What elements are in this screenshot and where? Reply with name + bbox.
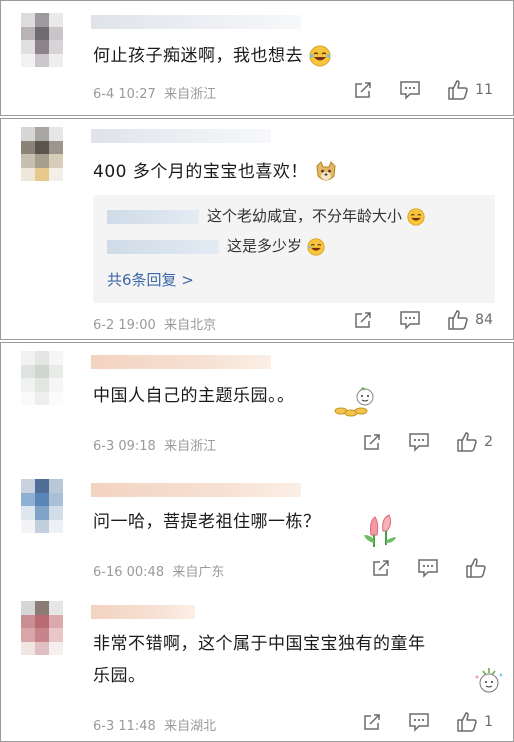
like-icon xyxy=(448,80,468,100)
share-button[interactable] xyxy=(353,310,373,330)
comment-location: 来自广东 xyxy=(172,565,225,580)
share-icon xyxy=(355,312,371,328)
avatar[interactable] xyxy=(21,601,63,655)
share-icon xyxy=(364,434,380,450)
comment-button[interactable] xyxy=(399,310,421,330)
reply-username[interactable] xyxy=(107,209,199,224)
like-icon xyxy=(466,558,486,578)
comment-actions xyxy=(345,557,493,579)
like-button[interactable] xyxy=(465,557,493,579)
comment-icon xyxy=(400,311,420,330)
comment-text: 非常不错啊，这个属于中国宝宝独有的童年 乐园。 xyxy=(93,631,426,689)
laughing-emoji xyxy=(407,207,425,226)
reply-item[interactable]: 这个老幼咸宜，不分年龄大小 xyxy=(107,205,425,226)
share-button[interactable] xyxy=(362,432,382,452)
comment-meta: 6-4 10:27 来自浙江 xyxy=(93,83,216,102)
username[interactable] xyxy=(91,355,271,369)
comment-card-1: 何止孩子痴迷啊，我也想去 6-4 10:27 来自浙江 11 xyxy=(0,0,514,116)
username[interactable] xyxy=(91,129,271,143)
like-icon xyxy=(457,712,477,732)
comment-location: 来自浙江 xyxy=(164,439,217,454)
share-button[interactable] xyxy=(371,558,391,578)
comment-text: 400 多个月的宝宝也喜欢！ xyxy=(93,159,338,185)
like-button[interactable]: 1 xyxy=(456,711,493,733)
comment-text: 中国人自己的主题乐园。。 xyxy=(93,386,295,406)
reply-username[interactable] xyxy=(107,239,219,254)
comment-meta: 6-2 19:00 来自北京 xyxy=(93,314,216,333)
comment-time: 6-4 10:27 xyxy=(93,87,156,102)
comment-card-2: 400 多个月的宝宝也喜欢！ 这个老幼咸宜，不分年龄大小 这是多少岁 共6条回复… xyxy=(0,118,514,340)
like-count: 1 xyxy=(484,714,493,730)
comment-card-group: 中国人自己的主题乐园。。 6-3 09:18 来自浙江 2 问一哈，菩提老祖住哪… xyxy=(0,342,514,742)
coins-sticker xyxy=(334,387,374,417)
comment-location: 来自北京 xyxy=(164,318,217,333)
tulip-sticker xyxy=(364,514,396,547)
comment-icon xyxy=(418,559,438,578)
comment-actions: 2 xyxy=(336,431,493,453)
like-button[interactable]: 2 xyxy=(456,431,493,453)
username[interactable] xyxy=(91,483,301,497)
celebration-sticker xyxy=(475,668,503,693)
comment-text: 何止孩子痴迷啊，我也想去 xyxy=(93,43,331,69)
comment-icon xyxy=(409,713,429,732)
doge-emoji xyxy=(316,161,336,181)
like-button[interactable]: 84 xyxy=(447,309,493,331)
like-count: 2 xyxy=(484,434,493,450)
comment-button[interactable] xyxy=(408,712,430,732)
share-icon xyxy=(355,82,371,98)
comment-time: 6-2 19:00 xyxy=(93,318,156,333)
comment-meta: 6-16 00:48 来自广东 xyxy=(93,561,224,580)
like-count: 11 xyxy=(475,82,493,98)
comment-location: 来自浙江 xyxy=(164,87,217,102)
comment-text-line: 非常不错啊，这个属于中国宝宝独有的童年 xyxy=(93,634,426,654)
avatar[interactable] xyxy=(21,479,63,533)
like-button[interactable]: 11 xyxy=(447,79,493,101)
comment-meta: 6-3 11:48 来自湖北 xyxy=(93,715,216,734)
comment-button[interactable] xyxy=(399,80,421,100)
comment-actions: 84 xyxy=(327,309,493,331)
like-icon xyxy=(457,432,477,452)
comment-icon xyxy=(409,433,429,452)
share-icon xyxy=(373,560,389,576)
comment-time: 6-3 11:48 xyxy=(93,719,156,734)
comment-actions: 11 xyxy=(327,79,493,101)
comment-button[interactable] xyxy=(417,558,439,578)
like-count: 84 xyxy=(475,312,493,328)
comment-actions: 1 xyxy=(336,711,493,733)
comment-text-line: 乐园。 xyxy=(93,666,146,686)
reply-item[interactable]: 这是多少岁 xyxy=(107,235,325,256)
comment-icon xyxy=(400,81,420,100)
comment-time: 6-16 00:48 xyxy=(93,565,165,580)
reply-list: 这个老幼咸宜，不分年龄大小 这是多少岁 共6条回复 > xyxy=(93,195,495,303)
share-icon xyxy=(364,714,380,730)
share-button[interactable] xyxy=(362,712,382,732)
comment-button[interactable] xyxy=(408,432,430,452)
username[interactable] xyxy=(91,605,195,619)
like-icon xyxy=(448,310,468,330)
share-button[interactable] xyxy=(353,80,373,100)
avatar[interactable] xyxy=(21,351,63,405)
comment-meta: 6-3 09:18 来自浙江 xyxy=(93,435,216,454)
laughing-emoji xyxy=(307,237,325,256)
laughing-emoji xyxy=(309,45,331,67)
avatar[interactable] xyxy=(21,13,63,67)
comment-location: 来自湖北 xyxy=(164,719,217,734)
more-replies-link[interactable]: 共6条回复 > xyxy=(107,269,194,290)
comment-time: 6-3 09:18 xyxy=(93,439,156,454)
avatar[interactable] xyxy=(21,127,63,181)
username[interactable] xyxy=(91,15,301,29)
comment-text: 问一哈，菩提老祖住哪一栋？ xyxy=(93,512,321,532)
